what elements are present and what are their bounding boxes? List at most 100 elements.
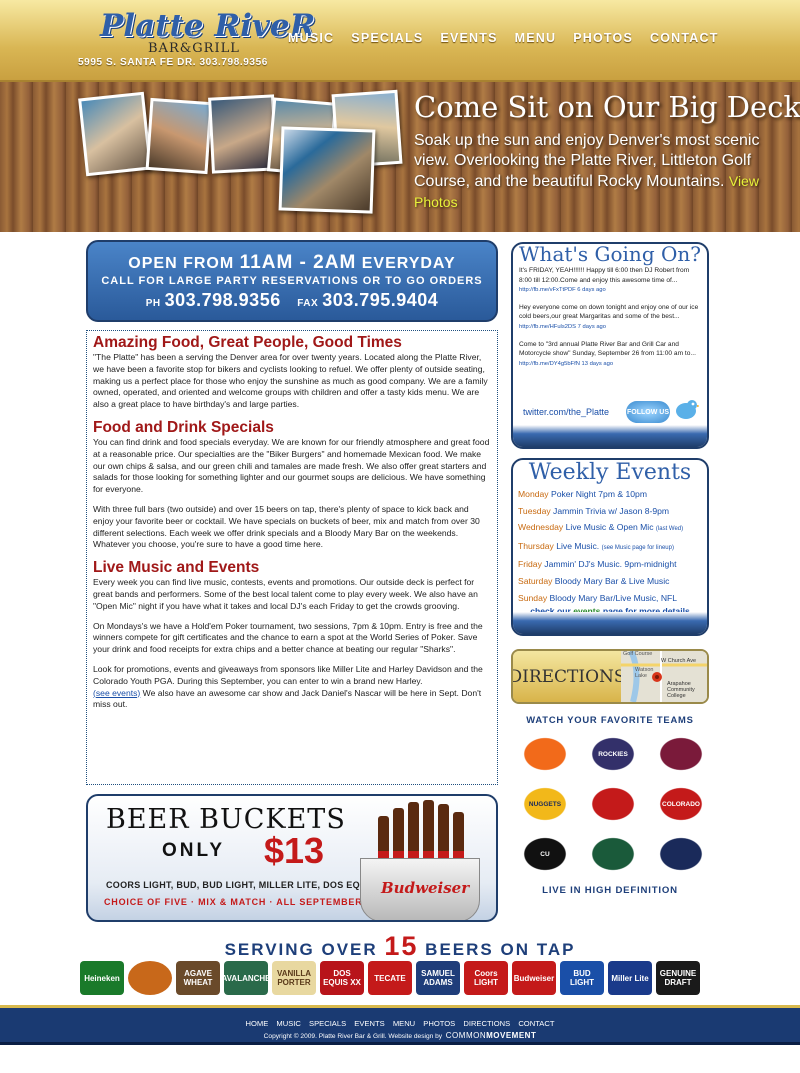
brand-logo	[128, 961, 172, 995]
nav-photos[interactable]: PHOTOS	[573, 31, 633, 45]
reservations-line: CALL FOR LARGE PARTY RESERVATIONS OR TO …	[101, 275, 483, 287]
bucket-icon: Budweiser	[360, 858, 480, 920]
hours-text: EVERYDAY	[356, 255, 456, 272]
footer-link-specials[interactable]: SPECIALS	[309, 1019, 346, 1028]
team-logo[interactable]: ROCKIES	[587, 734, 639, 774]
beer-brand-logos: Heineken AGAVE WHEAT AVALANCHE VANILLA PORT…	[80, 961, 700, 999]
tweet: Hey everyone come on down tonight and en…	[519, 303, 701, 333]
bottle-icon	[438, 804, 449, 866]
bottle-icon	[408, 802, 419, 866]
event-note: (last Wed)	[655, 526, 684, 533]
event-row: Wednesday Live Music & Open Mic (last We…	[518, 519, 706, 538]
paragraph: Every week you can find live music, cont…	[93, 577, 478, 611]
event-text: Jammin Trivia w/ Jason 8-9pm	[553, 505, 670, 516]
map-label: W Church Ave	[661, 658, 697, 664]
ad-only: ONLY	[162, 840, 226, 861]
serving-text: SERVING OVER	[224, 940, 385, 959]
footer-link-events[interactable]: EVENTS	[354, 1019, 384, 1028]
nav-specials[interactable]: SPECIALS	[351, 31, 423, 45]
ad-price: $13	[264, 830, 325, 871]
logo-title: Platte RiveR	[100, 8, 316, 44]
contact-numbers: PH 303.798.9356 FAX 303.795.9404	[88, 290, 496, 311]
team-logo[interactable]	[655, 834, 707, 874]
directions-widget[interactable]: DIRECTIONS Golf Course Watson Lake W Chu…	[511, 649, 709, 704]
brand-logo: GENUINE DRAFT	[656, 961, 700, 995]
deck-photo[interactable]	[78, 91, 152, 177]
see-events-link[interactable]: (see events)	[93, 688, 140, 698]
ad-choice: CHOICE OF FIVE · MIX & MATCH · ALL SEPTE…	[104, 897, 363, 907]
box-footer	[513, 612, 707, 634]
team-logo[interactable]: CU	[519, 834, 571, 874]
map-label: Arapahoe Community College	[667, 681, 695, 699]
hours-line: OPEN FROM 11AM - 2AM EVERYDAY	[88, 252, 496, 274]
hours-text: OPEN FROM	[128, 255, 240, 272]
footer-link-home[interactable]: HOME	[246, 1019, 269, 1028]
nav-contact[interactable]: CONTACT	[650, 31, 719, 45]
phone-number[interactable]: 303.798.9356	[165, 290, 281, 310]
team-logo[interactable]: NUGGETS	[519, 784, 571, 824]
event-text: Live Music & Open Mic	[565, 522, 654, 533]
event-row: Friday Jammin' DJ's Music. 9pm-midnight	[518, 556, 706, 573]
box-footer	[513, 425, 707, 447]
nav-events[interactable]: EVENTS	[440, 31, 497, 45]
team-logo[interactable]	[587, 784, 639, 824]
logo-subtitle: BAR&GRILL	[148, 41, 240, 56]
paragraph: On Mondays's we have a Hold'em Poker tou…	[93, 620, 483, 655]
event-day: Wednesday	[518, 522, 564, 533]
twitter-handle-link[interactable]: twitter.com/the_Platte	[523, 407, 609, 417]
event-day: Friday	[518, 559, 542, 570]
footer-link-directions[interactable]: DIRECTIONS	[463, 1019, 510, 1028]
map-thumbnail[interactable]: Golf Course Watson Lake W Church Ave Ara…	[621, 651, 707, 702]
event-row: Tuesday Jammin Trivia w/ Jason 8-9pm	[518, 503, 706, 520]
event-day: Thursday	[518, 540, 554, 551]
brand-logo: SAMUEL ADAMS	[416, 961, 460, 995]
footer-link-contact[interactable]: CONTACT	[518, 1019, 554, 1028]
event-row: Sunday Bloody Mary Bar/Live Music, NFL	[518, 590, 706, 607]
event-day: Sunday	[518, 592, 548, 603]
tweet-link[interactable]: http://fb.me/HFuls2DS 7 days ago	[519, 324, 606, 330]
footer-nav: HOME MUSIC SPECIALS EVENTS MENU PHOTOS D…	[0, 1019, 800, 1028]
deck-photo[interactable]	[278, 126, 376, 214]
brand-logo: AVALANCHE	[221, 961, 271, 995]
beer-buckets-ad[interactable]: BEER BUCKETS ONLY $13 COORS LIGHT, BUD, …	[86, 794, 498, 922]
twitter-bird-icon	[676, 400, 699, 419]
team-logo[interactable]: COLORADO	[655, 784, 707, 824]
paragraph: Look for promotions, events and giveaway…	[93, 664, 491, 711]
footer-link-photos[interactable]: PHOTOS	[423, 1019, 455, 1028]
hero-title: Come Sit on Our Big Deck	[414, 90, 800, 124]
fax-label: FAX	[297, 298, 319, 309]
tweet-text: It's FRIDAY, YEAH!!!!!! Happy till 6:00 …	[519, 267, 690, 284]
nav-music[interactable]: MUSIC	[288, 31, 334, 45]
team-logo[interactable]	[655, 734, 707, 774]
brand-logo: TECATE	[368, 961, 412, 995]
team-logo[interactable]	[587, 834, 639, 874]
event-row: Thursday Live Music. (see Music page for…	[518, 538, 706, 557]
tweet: Come to "3rd annual Platte River Bar and…	[519, 340, 701, 370]
brand-logo: DOS EQUIS XX	[320, 961, 364, 995]
site-footer: HOME MUSIC SPECIALS EVENTS MENU PHOTOS D…	[0, 1005, 800, 1045]
event-text: Live Music.	[556, 540, 600, 551]
event-row: Monday Poker Night 7pm & 10pm	[518, 486, 706, 503]
deck-photo[interactable]	[145, 97, 213, 175]
tweet-link[interactable]: http://fb.me/DY4g5bFfN 13 days ago	[519, 361, 613, 367]
follow-us-button[interactable]: FOLLOW US	[626, 401, 670, 423]
event-day: Tuesday	[518, 505, 551, 516]
brand-logo: Budweiser	[512, 961, 556, 995]
fax-number: 303.795.9404	[322, 290, 439, 310]
event-text: Poker Night 7pm & 10pm	[550, 489, 647, 499]
footer-link-menu[interactable]: MENU	[393, 1019, 415, 1028]
tweet-link[interactable]: http://fb.me/vFxTtPDF 6 days ago	[519, 287, 606, 293]
hours-banner: OPEN FROM 11AM - 2AM EVERYDAY CALL FOR L…	[86, 240, 498, 322]
designer-name-a: COMMON	[445, 1031, 487, 1040]
nav-menu[interactable]: MENU	[515, 31, 557, 45]
twitter-feed: What's Going On? It's FRIDAY, YEAH!!!!!!…	[511, 242, 709, 449]
section-heading: Live Music and Events	[93, 559, 260, 577]
beer-count: 15	[384, 931, 419, 961]
team-logo[interactable]	[519, 734, 571, 774]
section-heading: Amazing Food, Great People, Good Times	[93, 334, 402, 351]
designer-link[interactable]: COMMONMOVEMENT	[446, 1031, 537, 1040]
copyright: Copyright © 2009. Platte River Bar & Gri…	[0, 1031, 800, 1040]
footer-link-music[interactable]: MUSIC	[276, 1019, 300, 1028]
tweet-list: It's FRIDAY, YEAH!!!!!! Happy till 6:00 …	[519, 266, 701, 376]
designer-name-b: MOVEMENT	[486, 1031, 537, 1040]
